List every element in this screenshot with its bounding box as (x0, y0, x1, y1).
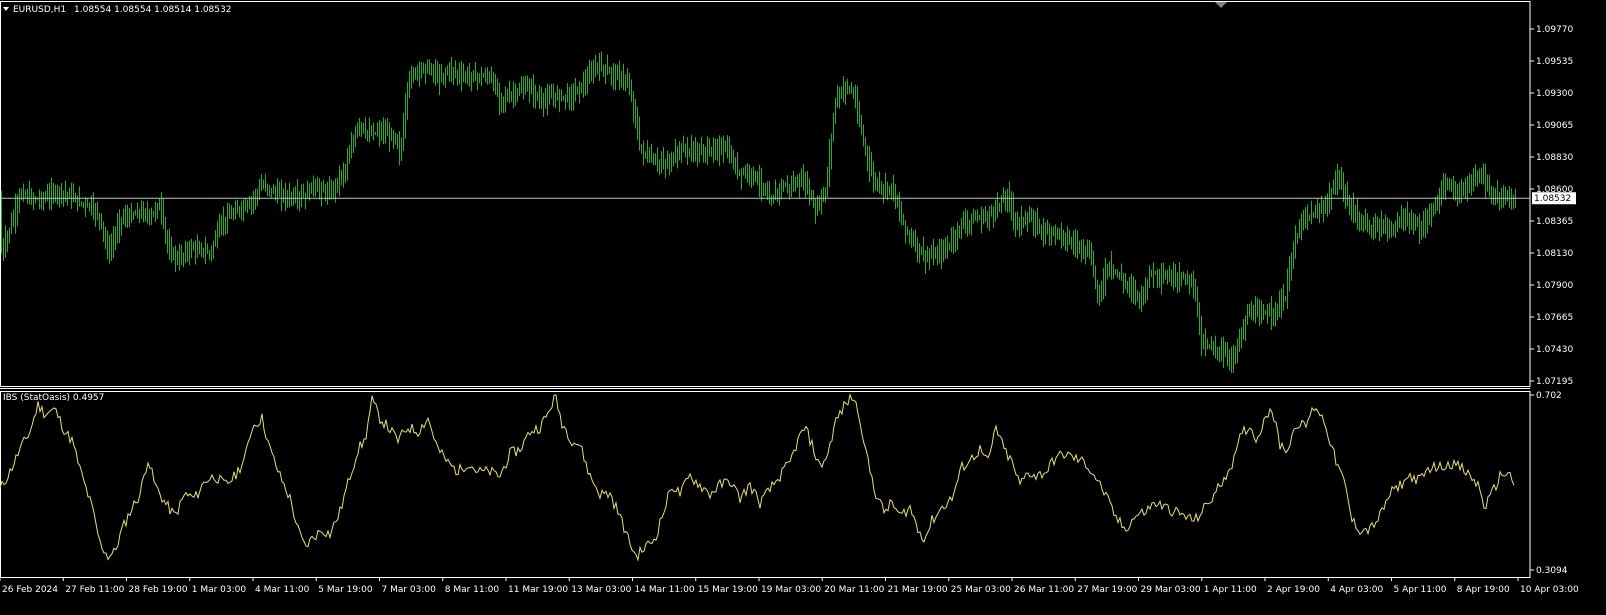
price-axis-label: 1.07665 (1536, 313, 1573, 323)
time-axis-label: 21 Mar 19:00 (888, 585, 948, 595)
time-axis-label: 25 Mar 03:00 (951, 585, 1011, 595)
time-axis-label: 28 Feb 19:00 (129, 585, 188, 595)
time-axis-label: 7 Mar 03:00 (382, 585, 437, 595)
time-axis-label: 2 Apr 19:00 (1267, 585, 1320, 595)
chart-ohlc: 1.08554 1.08554 1.08514 1.08532 (74, 5, 231, 15)
time-axis-label: 5 Apr 11:00 (1394, 585, 1447, 595)
time-axis-label: 20 Mar 11:00 (824, 585, 884, 595)
ibs-axis-label: 0.702 (1536, 391, 1562, 401)
price-axis-label: 1.09770 (1536, 25, 1573, 35)
price-axis-label: 1.07430 (1536, 345, 1573, 355)
ibs-header: IBS (StatOasis) 0.4957 (3, 393, 104, 403)
price-axis-label: 1.08130 (1536, 249, 1573, 259)
price-axis-label: 1.09300 (1536, 89, 1573, 99)
time-axis-label: 26 Feb 2024 (2, 585, 58, 595)
time-axis-label: 8 Apr 19:00 (1457, 585, 1510, 595)
chart-window[interactable]: 1.09770 1.09535 1.09300 1.09065 1.08830 1.086… (0, 0, 1606, 611)
current-price-label: 1.08532 (1534, 194, 1571, 204)
time-axis-label: 27 Mar 19:00 (1077, 585, 1137, 595)
ibs-axis-label: 0.3094 (1536, 566, 1568, 576)
time-axis-label: 15 Mar 19:00 (698, 585, 758, 595)
chart-svg[interactable]: 1.097701.095351.093001.090651.088301.086… (0, 0, 1606, 611)
time-axis-label: 11 Mar 19:00 (508, 585, 568, 595)
time-axis-label: 10 Apr 03:00 (1520, 585, 1579, 595)
time-axis-label: 13 Mar 03:00 (571, 585, 631, 595)
time-axis-label: 5 Mar 19:00 (318, 585, 373, 595)
chart-symbol: EURUSD,H1 (13, 5, 66, 15)
time-axis-label: 29 Mar 03:00 (1141, 585, 1201, 595)
price-axis-label: 1.09065 (1536, 121, 1573, 131)
time-axis-label: 14 Mar 11:00 (635, 585, 695, 595)
time-axis-label: 4 Mar 11:00 (255, 585, 310, 595)
chart-background (0, 0, 1606, 611)
time-axis-label: 19 Mar 03:00 (761, 585, 821, 595)
time-axis-label: 4 Apr 03:00 (1330, 585, 1383, 595)
price-axis-label: 1.09535 (1536, 57, 1573, 67)
time-axis-label: 8 Mar 11:00 (445, 585, 500, 595)
time-axis-label: 1 Apr 11:00 (1204, 585, 1257, 595)
price-axis-label: 1.07195 (1536, 377, 1573, 387)
price-axis-label: 1.08365 (1536, 217, 1573, 227)
time-axis-label: 26 Mar 11:00 (1014, 585, 1074, 595)
time-axis-label: 27 Feb 11:00 (65, 585, 124, 595)
time-axis-label: 1 Mar 03:00 (192, 585, 247, 595)
price-axis-label: 1.08830 (1536, 153, 1573, 163)
price-axis-label: 1.07900 (1536, 281, 1573, 291)
